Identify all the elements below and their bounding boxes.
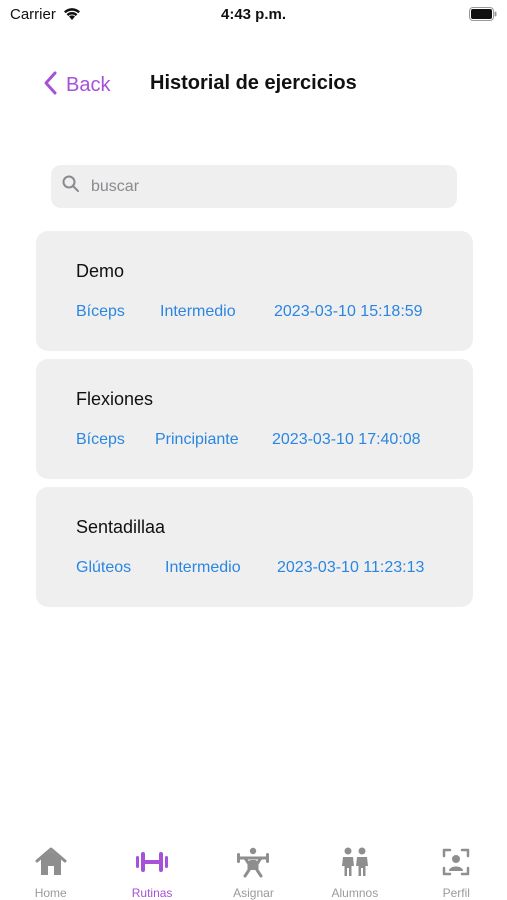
back-label: Back: [66, 74, 111, 96]
exercise-name: Sentadillaa: [76, 517, 166, 537]
exercise-name: Flexiones: [76, 389, 154, 409]
exercise-muscle: Glúteos: [76, 559, 132, 576]
tab-perfil[interactable]: Perfil: [406, 838, 507, 900]
search-icon: [51, 174, 81, 199]
exercise-datetime: 2023-03-10 11:23:13: [277, 559, 425, 576]
tab-rutinas[interactable]: Rutinas: [101, 838, 202, 900]
tab-bar: Home Rutinas Asignar Alumnos Perfil: [0, 838, 507, 900]
exercise-card[interactable]: Demo Bíceps Intermedio 2023-03-10 15:18:…: [36, 231, 473, 351]
tab-label: Perfil: [442, 886, 470, 900]
chevron-left-icon: [40, 68, 62, 103]
exercise-muscle: Bíceps: [76, 303, 125, 320]
tab-label: Rutinas: [131, 886, 173, 900]
search-bar[interactable]: [51, 165, 457, 208]
tab-label: Alumnos: [331, 886, 379, 900]
exercise-card[interactable]: Sentadillaa Glúteos Intermedio 2023-03-1…: [36, 487, 473, 607]
search-input[interactable]: [91, 177, 431, 196]
exercise-level: Principiante: [155, 431, 239, 448]
tab-asignar[interactable]: Asignar: [203, 838, 304, 900]
page-title: Historial de ejercicios: [150, 72, 357, 94]
navigation-bar: Back Historial de ejercicios: [0, 60, 507, 106]
tab-label: Home: [34, 886, 67, 900]
exercise-level: Intermedio: [160, 303, 236, 320]
person-viewfinder-icon: [438, 846, 474, 883]
status-bar: Carrier 4:43 p.m.: [0, 0, 507, 30]
exercise-datetime: 2023-03-10 15:18:59: [274, 303, 423, 320]
house-icon: [33, 846, 69, 883]
dumbbell-icon: [134, 846, 170, 883]
exercise-name: Demo: [76, 261, 125, 281]
tab-label: Asignar: [233, 886, 274, 900]
two-people-icon: [337, 846, 373, 883]
back-button[interactable]: Back: [40, 68, 110, 103]
tab-alumnos[interactable]: Alumnos: [304, 838, 405, 900]
tab-home[interactable]: Home: [0, 838, 101, 900]
exercise-card[interactable]: Flexiones Bíceps Principiante 2023-03-10…: [36, 359, 473, 479]
battery-icon: [469, 7, 497, 26]
exercise-level: Intermedio: [165, 559, 241, 576]
weightlifter-icon: [235, 846, 271, 883]
exercise-muscle: Bíceps: [76, 431, 125, 448]
status-time: 4:43 p.m.: [220, 6, 287, 23]
exercise-datetime: 2023-03-10 17:40:08: [272, 431, 421, 448]
